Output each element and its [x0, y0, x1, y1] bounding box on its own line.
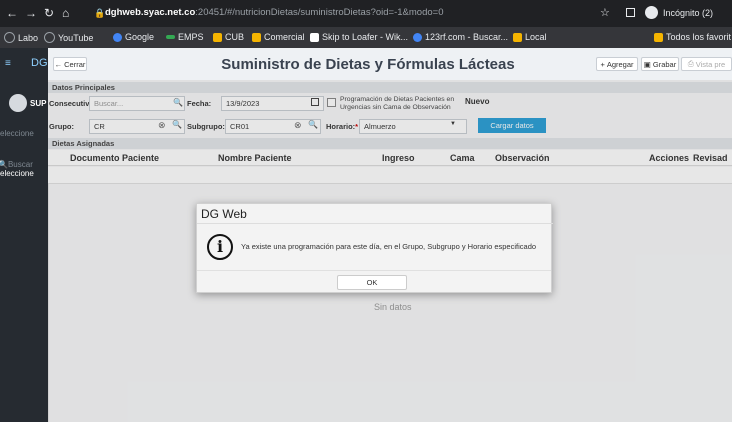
dialog-footer-divider	[197, 270, 551, 271]
bookmark-comercial[interactable]: Comercial	[252, 32, 305, 42]
folder-icon	[252, 32, 261, 42]
save-icon: ▣	[643, 59, 651, 69]
sidebar-select-2[interactable]: eleccione	[0, 169, 34, 178]
bookmark-google[interactable]: Google	[113, 32, 154, 42]
user-label[interactable]: SUP	[30, 99, 46, 108]
app-header: ← Cerrar Suministro de Dietas y Fórmulas …	[48, 48, 732, 80]
bookmarks-bar: Labo YouTube Google EMPS CUB Comercial S…	[0, 27, 732, 48]
dialog-divider	[197, 223, 553, 224]
close-button[interactable]: ← Cerrar	[53, 57, 87, 71]
dialog-message: Ya existe una programación para este día…	[241, 242, 537, 251]
star-icon[interactable]: ☆	[600, 6, 610, 19]
google-icon	[413, 32, 422, 42]
globe-icon	[44, 32, 55, 43]
ok-button[interactable]: OK	[337, 275, 407, 290]
preview-button[interactable]: ⎙ Vista pre	[681, 57, 732, 71]
page-title: Suministro de Dietas y Fórmulas Lácteas	[221, 56, 515, 73]
incognito-icon	[645, 6, 658, 19]
save-button[interactable]: ▣ Grabar	[641, 57, 679, 71]
menu-icon[interactable]: ≡	[5, 58, 11, 69]
app-sidebar: ≡ DG SUP eleccione 🔍Buscar eleccione	[0, 48, 48, 422]
bookmark-local[interactable]: Local	[513, 32, 547, 42]
browser-toolbar: ← → ↻ ⌂ 🔒 dghweb.syac.net.co:20451/#/nut…	[0, 0, 732, 27]
plus-icon: +	[600, 59, 605, 69]
lock-icon: 🔒	[94, 8, 106, 18]
back-arrow-icon[interactable]: ←	[6, 6, 18, 20]
folder-icon	[213, 32, 222, 42]
address-bar[interactable]: dghweb.syac.net.co:20451/#/nutricionDiet…	[105, 7, 443, 18]
google-icon	[113, 32, 122, 42]
emps-icon	[166, 35, 175, 39]
dialog-title: DG Web	[201, 207, 247, 221]
url-host: dghweb.syac.net.co	[105, 7, 196, 18]
alert-dialog: DG Web i Ya existe una programación para…	[196, 203, 553, 293]
reload-icon[interactable]: ↻	[44, 6, 54, 20]
add-button[interactable]: + Agregar	[596, 57, 638, 71]
bookmark-labo[interactable]: Labo	[4, 32, 38, 43]
bookmark-123rf[interactable]: 123rf.com - Buscar...	[413, 32, 508, 42]
folder-icon	[513, 32, 522, 42]
side-panel-icon[interactable]	[626, 8, 635, 17]
forward-arrow-icon[interactable]: →	[25, 6, 37, 20]
avatar	[9, 94, 27, 112]
bookmark-cub[interactable]: CUB	[213, 32, 244, 42]
sidebar-select[interactable]: eleccione	[0, 129, 34, 138]
wikipedia-icon	[310, 32, 319, 42]
folder-icon	[654, 32, 663, 42]
home-icon[interactable]: ⌂	[62, 6, 69, 20]
bookmark-all[interactable]: Todos los favorit	[654, 32, 731, 42]
info-icon: i	[207, 234, 233, 260]
sidebar-search[interactable]: 🔍Buscar	[0, 160, 33, 169]
incognito-label[interactable]: Incógnito (2)	[663, 8, 713, 18]
bookmark-loafer[interactable]: Skip to Loafer - Wik...	[310, 32, 408, 42]
globe-icon	[4, 32, 15, 43]
app-code: DG	[31, 57, 48, 69]
print-icon: ⎙	[687, 59, 694, 68]
search-icon: 🔍	[0, 160, 8, 169]
back-arrow-icon: ←	[54, 59, 63, 69]
url-path: :20451/#/nutricionDietas/suministroDieta…	[195, 7, 444, 18]
bookmark-youtube[interactable]: YouTube	[44, 32, 93, 43]
bookmark-emps[interactable]: EMPS	[166, 32, 204, 42]
